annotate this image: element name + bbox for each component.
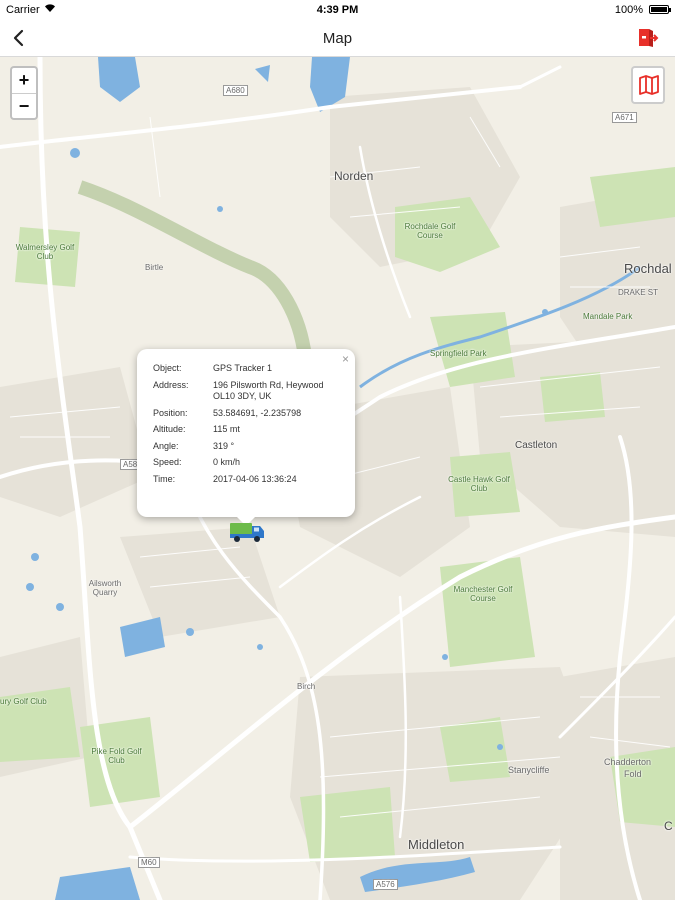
place-label: Mandale Park bbox=[583, 312, 633, 321]
info-value: 53.584691, -2.235798 bbox=[213, 407, 302, 418]
info-key: Angle: bbox=[153, 440, 179, 451]
place-label: Ailsworth Quarry bbox=[88, 579, 122, 597]
place-label: Birch bbox=[297, 682, 316, 691]
place-label: Springfield Park bbox=[430, 349, 487, 358]
place-label: Chadderton bbox=[604, 757, 652, 767]
road-shield: A576 bbox=[373, 879, 398, 890]
close-icon[interactable]: × bbox=[342, 352, 349, 366]
info-key: Position: bbox=[153, 407, 188, 418]
place-label: Castle Hawk Golf Club bbox=[448, 475, 510, 493]
truck-icon bbox=[230, 523, 264, 542]
info-row: Object: GPS Tracker 1 bbox=[153, 363, 338, 380]
zoom-control: + − bbox=[10, 66, 38, 120]
map-layers-button[interactable] bbox=[631, 66, 665, 104]
info-row: Position: 53.584691, -2.235798 bbox=[153, 408, 338, 425]
road-shield: A671 bbox=[612, 112, 637, 123]
place-label: Norden bbox=[334, 169, 374, 183]
place-label: Castleton bbox=[515, 440, 558, 451]
info-key: Address: bbox=[153, 379, 189, 390]
place-label: Pike Fold Golf Club bbox=[91, 747, 142, 765]
road-shield: A680 bbox=[223, 85, 248, 96]
road-shield: M60 bbox=[138, 857, 160, 868]
info-row: Altitude: 115 mt bbox=[153, 424, 338, 441]
place-label: DRAKE ST bbox=[618, 288, 659, 297]
info-value: 0 km/h bbox=[213, 457, 241, 467]
map-view[interactable]: Norden Rochdal Castleton Middleton Birtl… bbox=[0, 57, 675, 900]
info-key: Object: bbox=[153, 363, 182, 373]
place-label: Birtle bbox=[145, 263, 164, 272]
info-key: Speed: bbox=[153, 457, 182, 467]
place-label: Fold bbox=[624, 769, 642, 779]
clock: 4:39 PM bbox=[316, 4, 359, 16]
info-value: 196 Pilsworth Rd, Heywood OL10 3DY, UK bbox=[213, 379, 324, 402]
info-row: Address: 196 Pilsworth Rd, Heywood OL10 3… bbox=[153, 380, 338, 408]
nav-bar: Map bbox=[0, 20, 675, 57]
battery-percent: 100% bbox=[614, 4, 643, 16]
exit-icon[interactable] bbox=[637, 27, 659, 49]
info-key: Altitude: bbox=[153, 424, 186, 434]
place-label: Middleton bbox=[408, 837, 465, 852]
status-bar: Carrier 4:39 PM 100% bbox=[0, 0, 675, 20]
place-label: Stanycliffe bbox=[508, 765, 550, 775]
battery-icon bbox=[649, 5, 671, 14]
tracker-marker[interactable] bbox=[228, 519, 266, 543]
info-key: Time: bbox=[153, 473, 176, 484]
zoom-out-button[interactable]: − bbox=[12, 94, 36, 119]
place-label: C bbox=[664, 819, 673, 833]
zoom-in-button[interactable]: + bbox=[12, 68, 36, 94]
info-row: Time: 2017-04-06 13:36:24 bbox=[153, 474, 338, 491]
tracker-info-popup: × Object: GPS Tracker 1 Address: 196 Pilsw… bbox=[137, 349, 355, 526]
info-value: 2017-04-06 13:36:24 bbox=[213, 473, 297, 484]
info-value: 319 ° bbox=[213, 440, 235, 451]
info-value: GPS Tracker 1 bbox=[213, 363, 273, 373]
place-label: Manchester Golf Course bbox=[453, 585, 513, 603]
battery-fill bbox=[651, 7, 667, 12]
info-row: Angle: 319 ° bbox=[153, 441, 338, 458]
map-fold-icon bbox=[639, 75, 659, 95]
tracker-info-table: Object: GPS Tracker 1 Address: 196 Pilswor… bbox=[153, 363, 338, 490]
page-title: Map bbox=[322, 30, 353, 47]
place-label: ury Golf Club bbox=[0, 697, 47, 706]
info-value: 115 mt bbox=[213, 424, 240, 434]
place-label: Rochdal bbox=[624, 261, 672, 276]
place-label: Walmersley Golf Club bbox=[15, 243, 75, 261]
info-row: Speed: 0 km/h bbox=[153, 457, 338, 474]
place-label: Rochdale Golf Course bbox=[404, 222, 456, 240]
